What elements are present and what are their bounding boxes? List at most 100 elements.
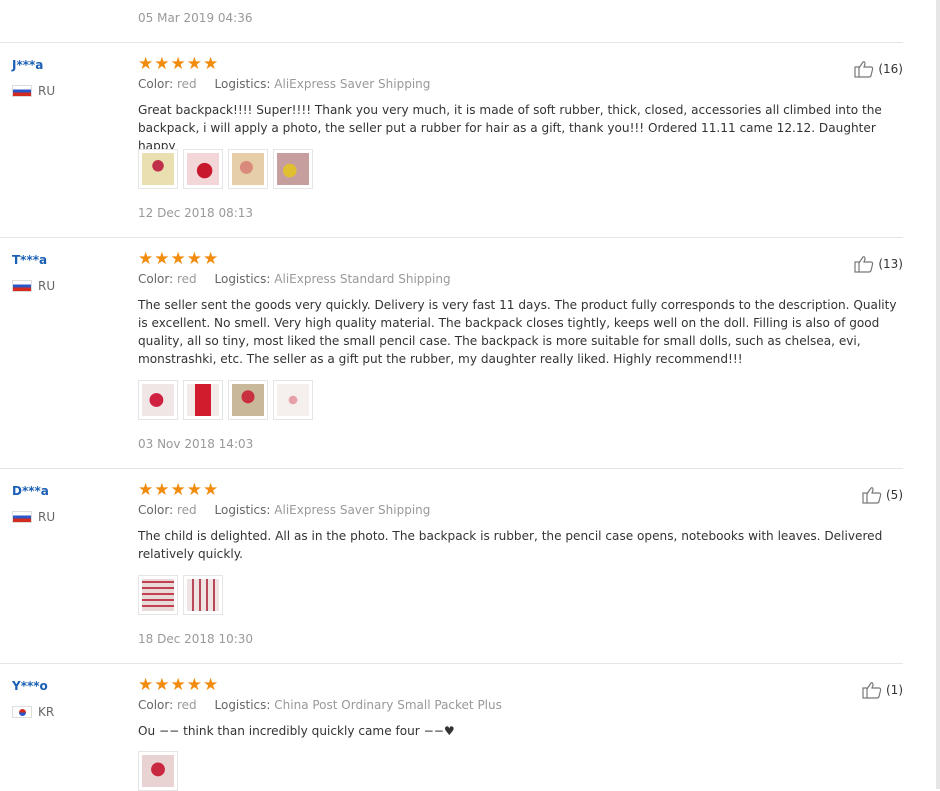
review-photo-thumbnail[interactable] [183,575,223,615]
reviewer-name: T***a [12,253,48,267]
review-photos [138,380,313,420]
divider [0,237,903,238]
logistics-label: Logistics: [214,272,271,286]
review-date: 18 Dec 2018 10:30 [138,632,254,646]
color-value: red [177,503,197,517]
star-icon: ★ [203,54,219,74]
star-icon: ★ [186,675,202,695]
review-photo-thumbnail[interactable] [228,149,268,189]
review-date: 12 Dec 2018 08:13 [138,206,254,220]
review-text: The child is delighted. All as in the ph… [138,529,883,561]
star-icon: ★ [186,249,202,269]
helpful-count: (1) [886,683,903,697]
thumbs-up-icon [854,61,874,78]
reviewer-name: J***a [12,58,44,72]
star-icon: ★ [138,675,154,695]
order-info: Color: red Logistics: AliExpress Standar… [138,272,465,286]
logistics-value: AliExpress Standard Shipping [274,272,451,286]
review-photos [138,751,178,791]
review-text: Great backpack!!!! Super!!!! Thank you v… [138,103,882,153]
reviewer-name: Y***o [12,679,48,693]
country-code: RU [38,279,56,293]
star-icon: ★ [170,675,186,695]
thumbs-up-icon [862,487,882,504]
helpful-button[interactable]: (5) [862,484,903,506]
star-icon: ★ [154,249,170,269]
order-info: Color: red Logistics: China Post Ordinar… [138,698,516,712]
thumbs-up-icon [854,256,874,273]
color-value: red [177,272,197,286]
reviewer-country: RU [12,84,55,98]
reviewer-country: KR [12,705,54,719]
reviewer-country: RU [12,279,55,293]
star-icon: ★ [203,675,219,695]
review-photo-thumbnail[interactable] [138,380,178,420]
star-icon: ★ [154,675,170,695]
review-text: Ou −− think than incredibly quickly came… [138,724,455,738]
previous-review-date: 05 Mar 2019 04:36 [138,11,253,25]
review-photo-thumbnail[interactable] [273,380,313,420]
logistics-label: Logistics: [214,503,271,517]
color-label: Color: [138,272,174,286]
page-scrollbar[interactable] [936,0,940,789]
star-rating: ★ ★ ★ ★ ★ [138,56,218,74]
star-icon: ★ [203,480,219,500]
russia-flag-icon [12,511,32,523]
divider [0,468,903,469]
logistics-label: Logistics: [214,698,271,712]
star-icon: ★ [170,249,186,269]
star-rating: ★ ★ ★ ★ ★ [138,251,218,269]
country-code: KR [38,705,55,719]
divider [0,42,903,43]
review-photo-thumbnail[interactable] [273,149,313,189]
logistics-value: China Post Ordinary Small Packet Plus [274,698,502,712]
color-value: red [177,698,197,712]
color-label: Color: [138,77,174,91]
review-photo-thumbnail[interactable] [138,751,178,791]
review-photo-thumbnail[interactable] [228,380,268,420]
reviewer-country: RU [12,510,55,524]
star-rating: ★ ★ ★ ★ ★ [138,482,218,500]
logistics-value: AliExpress Saver Shipping [274,77,431,91]
russia-flag-icon [12,280,32,292]
country-code: RU [38,84,56,98]
reviewer-name: D***a [12,484,49,498]
star-rating: ★ ★ ★ ★ ★ [138,677,218,695]
color-label: Color: [138,698,174,712]
star-icon: ★ [186,54,202,74]
star-icon: ★ [170,480,186,500]
logistics-label: Logistics: [214,77,271,91]
thumbs-up-icon [862,682,882,699]
color-value: red [177,77,197,91]
divider [0,663,903,664]
review-date: 03 Nov 2018 14:03 [138,437,254,451]
helpful-count: (13) [878,257,903,271]
star-icon: ★ [186,480,202,500]
review-photo-thumbnail[interactable] [183,149,223,189]
country-code: RU [38,510,56,524]
helpful-count: (16) [878,62,903,76]
star-icon: ★ [138,480,154,500]
color-label: Color: [138,503,174,517]
helpful-button[interactable]: (1) [862,679,903,701]
star-icon: ★ [154,480,170,500]
star-icon: ★ [154,54,170,74]
helpful-button[interactable]: (16) [854,58,903,80]
star-icon: ★ [138,54,154,74]
star-icon: ★ [138,249,154,269]
review-photos [138,149,313,189]
review-photos [138,575,223,615]
order-info: Color: red Logistics: AliExpress Saver S… [138,503,444,517]
south-korea-flag-icon [12,706,32,718]
star-icon: ★ [203,249,219,269]
review-photo-thumbnail[interactable] [138,575,178,615]
helpful-button[interactable]: (13) [854,253,903,275]
review-text: The seller sent the goods very quickly. … [138,298,897,366]
review-photo-thumbnail[interactable] [138,149,178,189]
order-info: Color: red Logistics: AliExpress Saver S… [138,77,444,91]
helpful-count: (5) [886,488,903,502]
review-photo-thumbnail[interactable] [183,380,223,420]
star-icon: ★ [170,54,186,74]
russia-flag-icon [12,85,32,97]
logistics-value: AliExpress Saver Shipping [274,503,431,517]
